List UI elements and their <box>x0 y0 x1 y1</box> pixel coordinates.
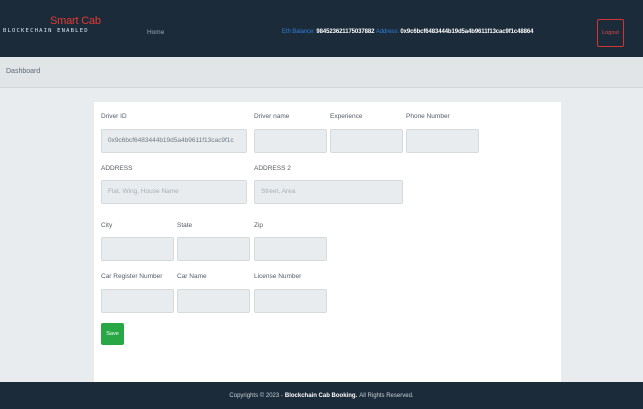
address2-label: ADDRESS 2 <box>254 165 291 172</box>
logout-button[interactable]: Logout <box>597 19 624 47</box>
zip-label: Zip <box>254 222 264 229</box>
experience-field[interactable] <box>330 129 403 153</box>
zip-field[interactable] <box>254 237 327 261</box>
top-navbar: Smart Cab BLOCKECHAIN ENABLED Home Eth B… <box>0 0 643 57</box>
address-label: Address: <box>375 29 399 35</box>
eth-balance-value: 984523621175037882 <box>316 29 375 35</box>
license-number-field[interactable] <box>254 289 327 313</box>
experience-label: Experience <box>330 113 363 120</box>
footer-suffix: All Rights Reserved. <box>359 392 414 399</box>
footer-prefix: Copyrights © 2023 - <box>229 392 283 399</box>
account-info: Eth Balance: 984523621175037882 Address:… <box>282 29 533 35</box>
city-label: City <box>101 222 113 229</box>
footer-brand: Blockchain Cab Booking. <box>284 392 358 399</box>
save-button[interactable]: Save <box>101 323 124 345</box>
breadcrumb: Dashboard <box>0 57 643 88</box>
driver-name-field[interactable] <box>254 129 327 153</box>
breadcrumb-dashboard[interactable]: Dashboard <box>6 68 40 75</box>
phone-number-field[interactable] <box>406 129 479 153</box>
driver-id-field[interactable]: 0x9c6bcf6483444b19d5a4b9611f13cac9f1c <box>101 129 247 153</box>
address2-field[interactable]: Street, Area <box>254 180 403 204</box>
address-value: 0x9c6bcf6483444b19d5a4b9611f13cac9f1c488… <box>400 29 534 35</box>
brand-subtitle: BLOCKECHAIN ENABLED <box>3 28 89 34</box>
state-label: State <box>177 222 193 229</box>
driver-id-label: Driver ID <box>101 113 127 120</box>
driver-name-label: Driver name <box>254 113 290 120</box>
brand-title[interactable]: Smart Cab <box>50 15 101 27</box>
state-field[interactable] <box>177 237 250 261</box>
nav-home-link[interactable]: Home <box>147 29 164 36</box>
city-field[interactable] <box>101 237 174 261</box>
car-register-number-field[interactable] <box>101 289 174 313</box>
address-label-field: ADDRESS <box>101 165 133 172</box>
car-register-number-label: Car Register Number <box>101 273 163 280</box>
address-field[interactable]: Flat, Wing, House Name <box>101 180 247 204</box>
license-number-label: License Number <box>254 273 302 280</box>
car-name-label: Car Name <box>177 273 207 280</box>
car-name-field[interactable] <box>177 289 250 313</box>
eth-balance-label: Eth Balance: <box>282 29 315 35</box>
footer: Copyrights © 2023 - Blockchain Cab Booki… <box>0 382 643 409</box>
phone-number-label: Phone Number <box>406 113 450 120</box>
